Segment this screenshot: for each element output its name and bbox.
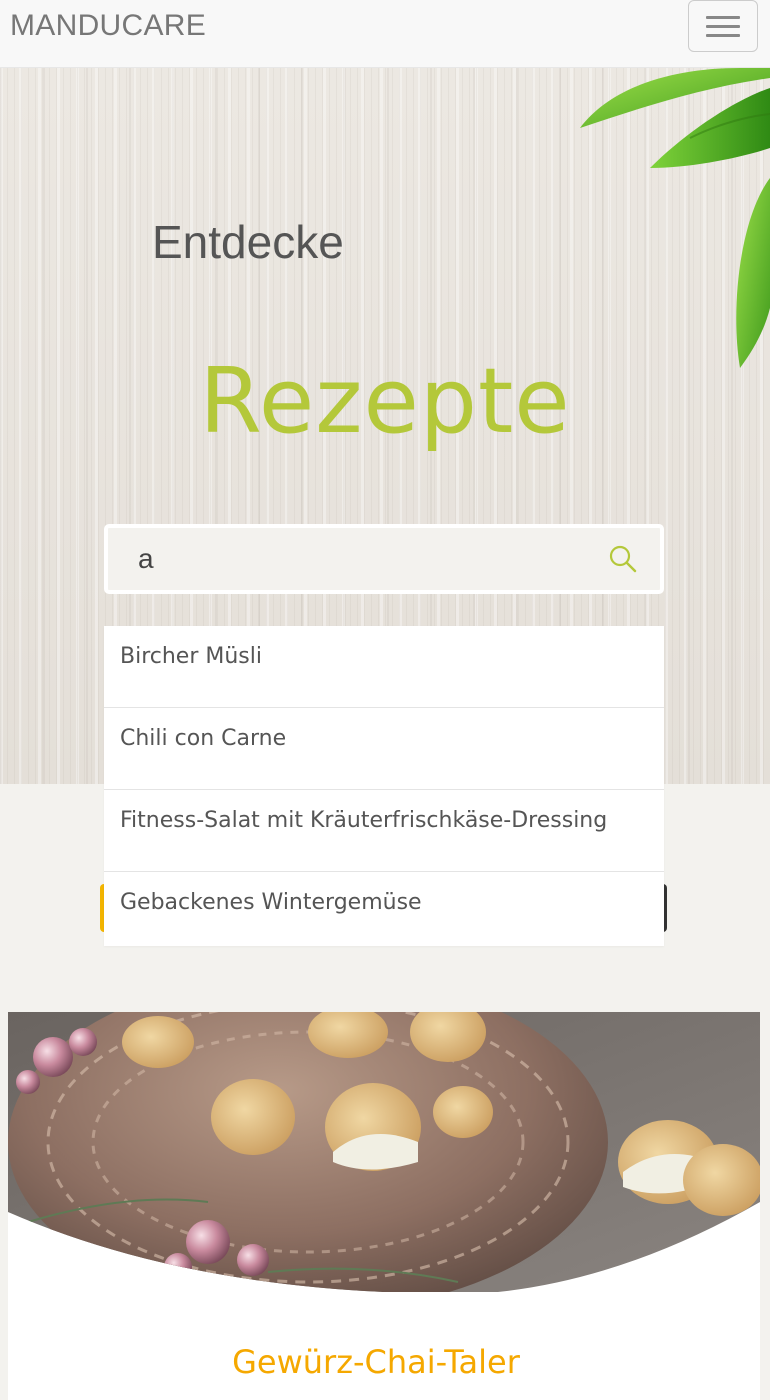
- hamburger-menu-icon: [706, 16, 740, 19]
- suggestion-item[interactable]: Bircher Müsli: [104, 626, 664, 708]
- leaves-decoration: [580, 68, 770, 368]
- hero-heading-line1: Entdecke: [152, 216, 344, 268]
- search-input[interactable]: [138, 528, 578, 590]
- suggestion-item[interactable]: Fitness-Salat mit Kräuterfrischkäse-Dres…: [104, 790, 664, 872]
- suggestion-item[interactable]: Gebackenes Wintergemüse: [104, 872, 664, 946]
- recipe-card-title[interactable]: Gewürz-Chai-Taler: [0, 1340, 752, 1384]
- recipe-image: [8, 1012, 760, 1292]
- autocomplete-dropdown: Bircher Müsli Chili con Carne Fitness-Sa…: [104, 626, 664, 946]
- search-icon[interactable]: [608, 544, 638, 574]
- hero-heading-line2: Rezepte: [199, 349, 571, 454]
- menu-toggle-button[interactable]: [688, 0, 758, 52]
- navbar: MANDUCARE: [0, 0, 770, 68]
- search-box: [104, 524, 664, 594]
- suggestion-item[interactable]: Chili con Carne: [104, 708, 664, 790]
- brand-logo-link[interactable]: MANDUCARE: [10, 8, 206, 44]
